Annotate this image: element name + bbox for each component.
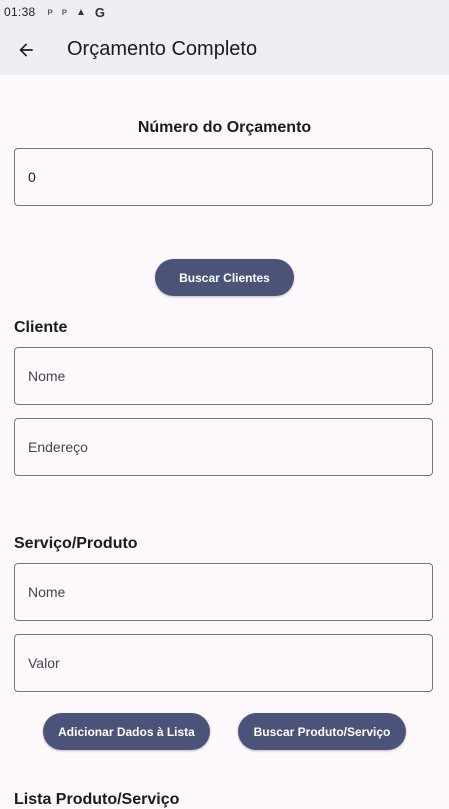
google-icon: G [94,4,105,20]
client-address-input[interactable] [26,438,420,456]
notification-p-icon: ᴘ [61,6,67,18]
client-address-field[interactable] [14,418,433,476]
service-product-section-title: Serviço/Produto [14,535,138,552]
search-clients-button[interactable]: Buscar Clientes [155,259,294,296]
arrow-back-icon[interactable] [14,38,38,62]
notification-icons: ᴘ ᴘ ▲ G [48,5,105,20]
client-name-input[interactable] [26,367,420,385]
budget-number-field[interactable] [14,148,433,206]
budget-number-input[interactable] [26,168,420,186]
app-bar: Orçamento Completo [0,24,449,75]
search-product-service-button[interactable]: Buscar Produto/Serviço [238,713,406,750]
status-time: 01:38 [4,5,36,19]
product-list-section-title: Lista Produto/Serviço [14,791,180,808]
status-bar: 01:38 ᴘ ᴘ ▲ G [0,0,449,24]
product-value-input[interactable] [26,654,420,672]
notification-a-icon: ▲ [75,6,86,18]
product-value-field[interactable] [14,634,433,692]
page-title: Orçamento Completo [67,38,258,60]
add-to-list-button[interactable]: Adicionar Dados à Lista [43,713,210,750]
client-name-field[interactable] [14,347,433,405]
budget-form: Número do Orçamento Buscar Clientes Clie… [0,75,449,808]
product-name-input[interactable] [26,583,420,601]
client-section-title: Cliente [14,319,68,336]
notification-p-icon: ᴘ [47,6,53,18]
budget-number-label: Número do Orçamento [137,119,312,136]
product-name-field[interactable] [14,563,433,621]
